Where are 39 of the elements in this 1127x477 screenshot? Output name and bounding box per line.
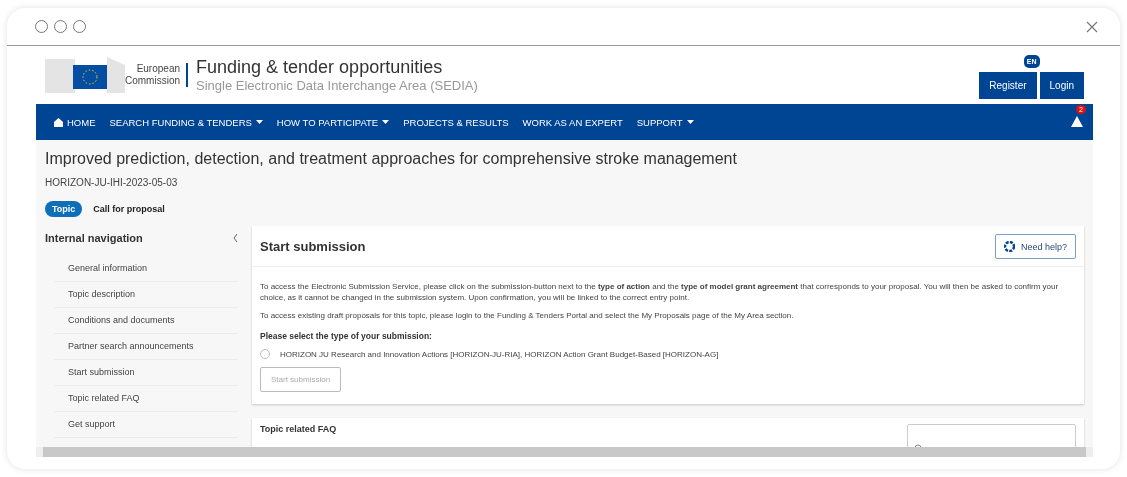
- nav-link[interactable]: SUPPORT: [636, 116, 694, 128]
- header-button[interactable]: Register: [979, 72, 1037, 99]
- caret-icon: [382, 120, 390, 124]
- info-paragraph: To access the Electronic Submission Service, please click on the submission-button next to the type of action and the type of model grant agreement that corresponds to your proposal. You will then be asked to confirm your choice, as it cannot be changed in the submission system. Upon confirmation, you will be linked to the correct entry point.: [260, 281, 1060, 303]
- sidebar-item[interactable]: Get support: [54, 412, 238, 438]
- nav-link[interactable]: SEARCH FUNDING & TENDERS: [109, 116, 263, 128]
- sidebar-item[interactable]: Partner search announcements: [54, 334, 238, 360]
- close-icon: [1086, 20, 1098, 33]
- tab[interactable]: Topic: [45, 201, 83, 217]
- option-label: HORIZON JU Research and Innovation Actions [HORIZON-JU-RIA], HORIZON Action Grant Budget-Based [HORIZON-AG]: [280, 349, 719, 359]
- nav-link[interactable]: WORK AS AN EXPERT: [522, 116, 623, 128]
- topic-title: Improved prediction, detection, and treatment approaches for comprehensive stroke management: [45, 150, 738, 168]
- caret-icon: [255, 120, 263, 124]
- card-title: Topic related FAQ: [260, 424, 337, 436]
- organization-name: European Commission: [125, 63, 188, 87]
- site-title: Funding & tender opportunities: [196, 57, 444, 78]
- help-button[interactable]: Need help?: [994, 234, 1076, 259]
- site-subtitle: Single Electronic Data Interchange Area (SEDIA): [196, 78, 478, 93]
- tab[interactable]: Call for proposal: [86, 201, 172, 217]
- sidebar-item[interactable]: Topic related FAQ: [54, 386, 238, 412]
- sidebar-item[interactable]: Conditions and documents: [54, 308, 238, 334]
- question-label: Please select the type of your submission:: [260, 331, 433, 341]
- info-paragraph: To access existing draft proposals for this topic, please login to the Funding & Tenders Portal and select the My Proposals page of the My Area section.: [260, 310, 795, 321]
- warning-icon: [1071, 116, 1083, 127]
- nav-link[interactable]: HOW TO PARTICIPATE: [276, 116, 390, 128]
- sidebar-item[interactable]: Topic description: [54, 282, 238, 308]
- card-title: Start submission: [260, 239, 366, 254]
- header-button[interactable]: Login: [1039, 72, 1084, 99]
- sidebar-title: Internal navigation: [45, 232, 143, 244]
- home-icon: [54, 117, 63, 127]
- nav-link[interactable]: PROJECTS & RESULTS: [403, 116, 509, 128]
- nav-link[interactable]: HOME: [54, 116, 96, 128]
- lifebuoy-icon: [1003, 241, 1015, 252]
- sidebar-item[interactable]: Start submission: [54, 360, 238, 386]
- topic-code: HORIZON-JU-IHI-2023-05-03: [45, 177, 179, 188]
- chevron-left-icon: [233, 234, 238, 242]
- sidebar-item[interactable]: General information: [54, 256, 238, 282]
- logo-icon: [45, 55, 125, 95]
- caret-icon: [686, 120, 694, 124]
